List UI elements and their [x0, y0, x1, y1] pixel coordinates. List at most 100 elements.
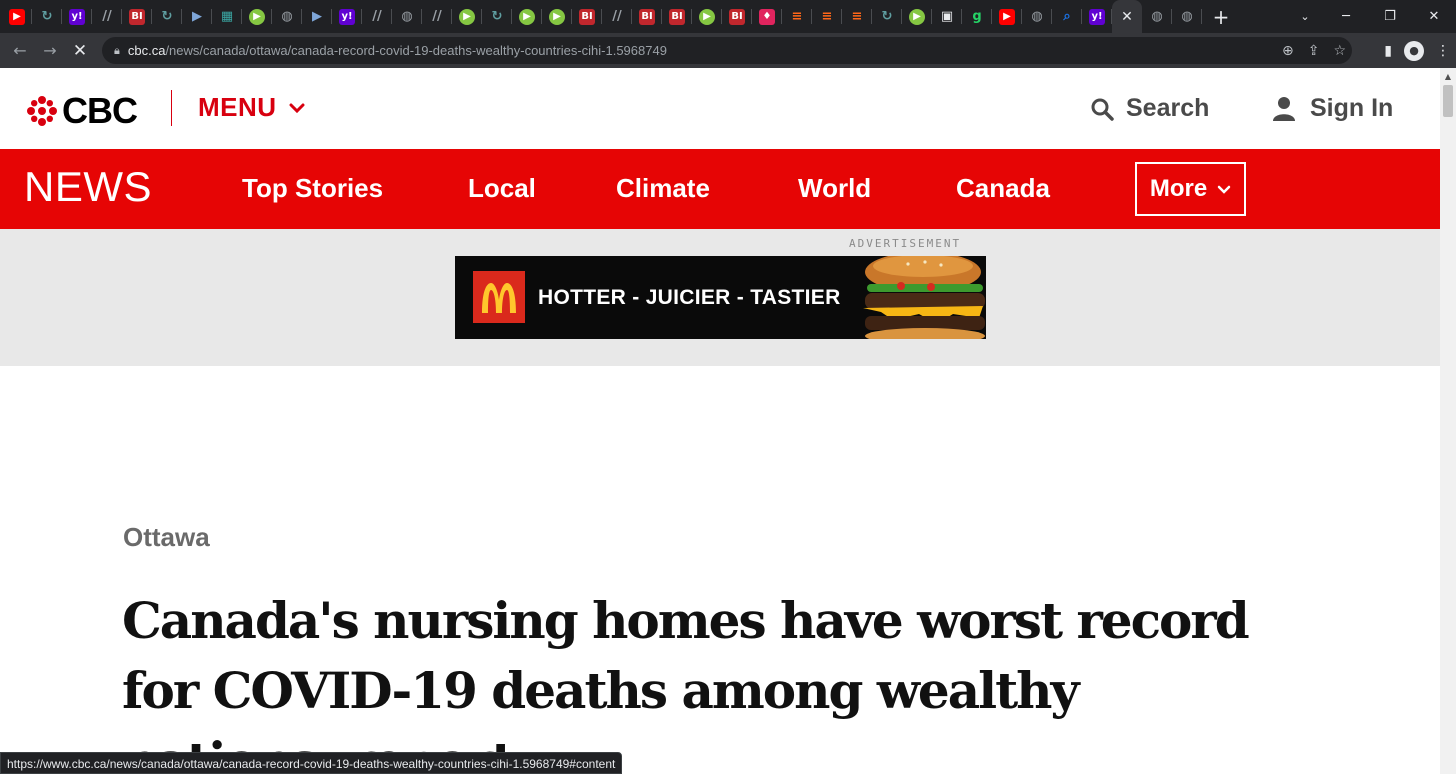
browser-tab[interactable]: ▦ — [212, 0, 242, 33]
browser-tab[interactable]: g — [962, 0, 992, 33]
side-panel-icon[interactable]: ▮ — [1384, 43, 1392, 59]
page-scrollbar[interactable]: ▲ — [1440, 68, 1456, 774]
bi-icon: BI — [669, 8, 685, 25]
browser-tab[interactable]: // — [92, 0, 122, 33]
maximize-icon[interactable]: ❐ — [1368, 0, 1412, 33]
browser-tab[interactable]: ↻ — [872, 0, 902, 33]
section-label[interactable]: Ottawa — [123, 522, 210, 553]
rumble-icon: ▶ — [909, 8, 925, 25]
browser-tab[interactable]: ▶ — [512, 0, 542, 33]
forward-arrow-icon[interactable]: → — [35, 36, 65, 66]
nav-item-canada[interactable]: Canada — [956, 173, 1050, 204]
profile-avatar-icon[interactable]: ● — [1404, 40, 1424, 61]
sign-in-button[interactable]: Sign In — [1272, 94, 1393, 123]
close-window-icon[interactable]: ✕ — [1412, 0, 1456, 33]
browser-tab[interactable]: y! — [332, 0, 362, 33]
menu-button[interactable]: MENU — [198, 92, 305, 123]
browser-tab[interactable]: ↻ — [152, 0, 182, 33]
browser-tab[interactable]: ▶ — [182, 0, 212, 33]
stop-loading-icon[interactable]: ✕ — [65, 36, 95, 66]
new-tab-button[interactable]: + — [1206, 0, 1236, 33]
loop-icon: ↻ — [41, 9, 53, 24]
burger-image — [853, 256, 986, 339]
bookmark-star-icon[interactable]: ☆ — [1333, 43, 1346, 59]
address-bar[interactable]: 🔒︎ cbc.ca/news/canada/ottawa/canada-reco… — [102, 37, 1352, 64]
nav-item-local[interactable]: Local — [468, 173, 536, 204]
active-tab[interactable]: ✕ — [1112, 0, 1142, 33]
browser-tab[interactable]: ⌕ — [1052, 0, 1082, 33]
browser-tab[interactable]: ▶ — [242, 0, 272, 33]
search-button[interactable]: Search — [1090, 94, 1209, 123]
toolbar-right: ▮ ● ⋮ — [1384, 33, 1450, 68]
browser-tab[interactable]: ▣ — [932, 0, 962, 33]
news-brand[interactable]: NEWS — [24, 163, 152, 211]
browser-tab[interactable]: BI — [572, 0, 602, 33]
page-viewport: CBC MENU Search Sign In NEWS Top Stories — [0, 68, 1440, 774]
browser-tab[interactable]: ≡ — [842, 0, 872, 33]
tab-search-chevron-icon[interactable]: ⌄ — [1290, 0, 1320, 33]
nav-item-top-stories[interactable]: Top Stories — [242, 173, 383, 204]
box-icon: ▣ — [940, 9, 954, 24]
play-arrow-icon: ▶ — [192, 9, 202, 24]
browser-tab[interactable]: BI — [662, 0, 692, 33]
close-tab-icon[interactable]: ✕ — [1121, 9, 1133, 25]
url-path: /news/canada/ottawa/canada-record-covid-… — [165, 43, 667, 58]
play-arrow-icon: ▶ — [312, 9, 322, 24]
slash-icon: // — [612, 9, 622, 24]
loop-icon: ↻ — [881, 9, 893, 24]
kebab-menu-icon[interactable]: ⋮ — [1436, 43, 1450, 59]
back-arrow-icon[interactable]: ← — [5, 36, 35, 66]
browser-tab[interactable]: ↻ — [482, 0, 512, 33]
bookmark-icon: ≡ — [851, 9, 863, 24]
nav-more-button[interactable]: More — [1135, 162, 1246, 216]
tab-list-after: ◍ ◍ — [1142, 0, 1202, 33]
scroll-thumb[interactable] — [1443, 85, 1453, 117]
browser-tab[interactable]: ▶ — [692, 0, 722, 33]
browser-tab[interactable]: // — [422, 0, 452, 33]
url-text[interactable]: cbc.ca/news/canada/ottawa/canada-record-… — [128, 43, 667, 58]
browser-tab[interactable]: ▶ — [992, 0, 1022, 33]
cbc-header: CBC MENU Search Sign In — [0, 68, 1440, 149]
youtube-icon: ▶ — [999, 8, 1015, 25]
slash-icon: // — [432, 9, 442, 24]
loop-icon: ↻ — [491, 9, 503, 24]
slash-icon: // — [102, 9, 112, 24]
loop-icon: ↻ — [161, 9, 173, 24]
browser-tab[interactable]: y! — [1082, 0, 1112, 33]
advertisement-label: ADVERTISEMENT — [849, 237, 962, 250]
browser-tab[interactable]: ↻ — [32, 0, 62, 33]
browser-tab[interactable]: ▶ — [302, 0, 332, 33]
browser-tab[interactable]: ≡ — [782, 0, 812, 33]
browser-tab[interactable]: ◍ — [1172, 0, 1202, 33]
menu-label: MENU — [198, 92, 277, 122]
browser-tab[interactable]: ◍ — [272, 0, 302, 33]
browser-tab[interactable]: ◍ — [1142, 0, 1172, 33]
browser-tab[interactable]: ▶ — [452, 0, 482, 33]
rumble-icon: ▶ — [459, 8, 475, 25]
browser-tab[interactable]: // — [362, 0, 392, 33]
ad-banner[interactable]: HOTTER - JUICIER - TASTIER — [455, 256, 986, 339]
browser-tab[interactable]: BI — [632, 0, 662, 33]
browser-tab[interactable]: ▶ — [542, 0, 572, 33]
browser-tab[interactable]: ♦ — [752, 0, 782, 33]
share-icon[interactable]: ⇪ — [1308, 43, 1320, 59]
browser-tab[interactable]: ▶ — [2, 0, 32, 33]
scroll-up-arrow-icon[interactable]: ▲ — [1440, 68, 1456, 84]
minimize-icon[interactable]: ─ — [1324, 0, 1368, 33]
zoom-icon[interactable]: ⊕ — [1282, 43, 1294, 59]
browser-tab[interactable]: BI — [722, 0, 752, 33]
browser-tab[interactable]: ≡ — [812, 0, 842, 33]
browser-tab[interactable]: // — [602, 0, 632, 33]
nav-item-world[interactable]: World — [798, 173, 871, 204]
cbc-logo[interactable]: CBC — [26, 90, 138, 132]
browser-tab[interactable]: y! — [62, 0, 92, 33]
browser-tab[interactable]: ◍ — [392, 0, 422, 33]
browser-tab[interactable]: ◍ — [1022, 0, 1052, 33]
browser-tab[interactable]: BI — [122, 0, 152, 33]
browser-tab[interactable]: ▶ — [902, 0, 932, 33]
bookmark-icon: ≡ — [791, 9, 803, 24]
nav-item-climate[interactable]: Climate — [616, 173, 710, 204]
lock-icon[interactable]: 🔒︎ — [114, 44, 120, 58]
rumble-icon: ▶ — [519, 8, 535, 25]
header-divider — [171, 90, 172, 126]
